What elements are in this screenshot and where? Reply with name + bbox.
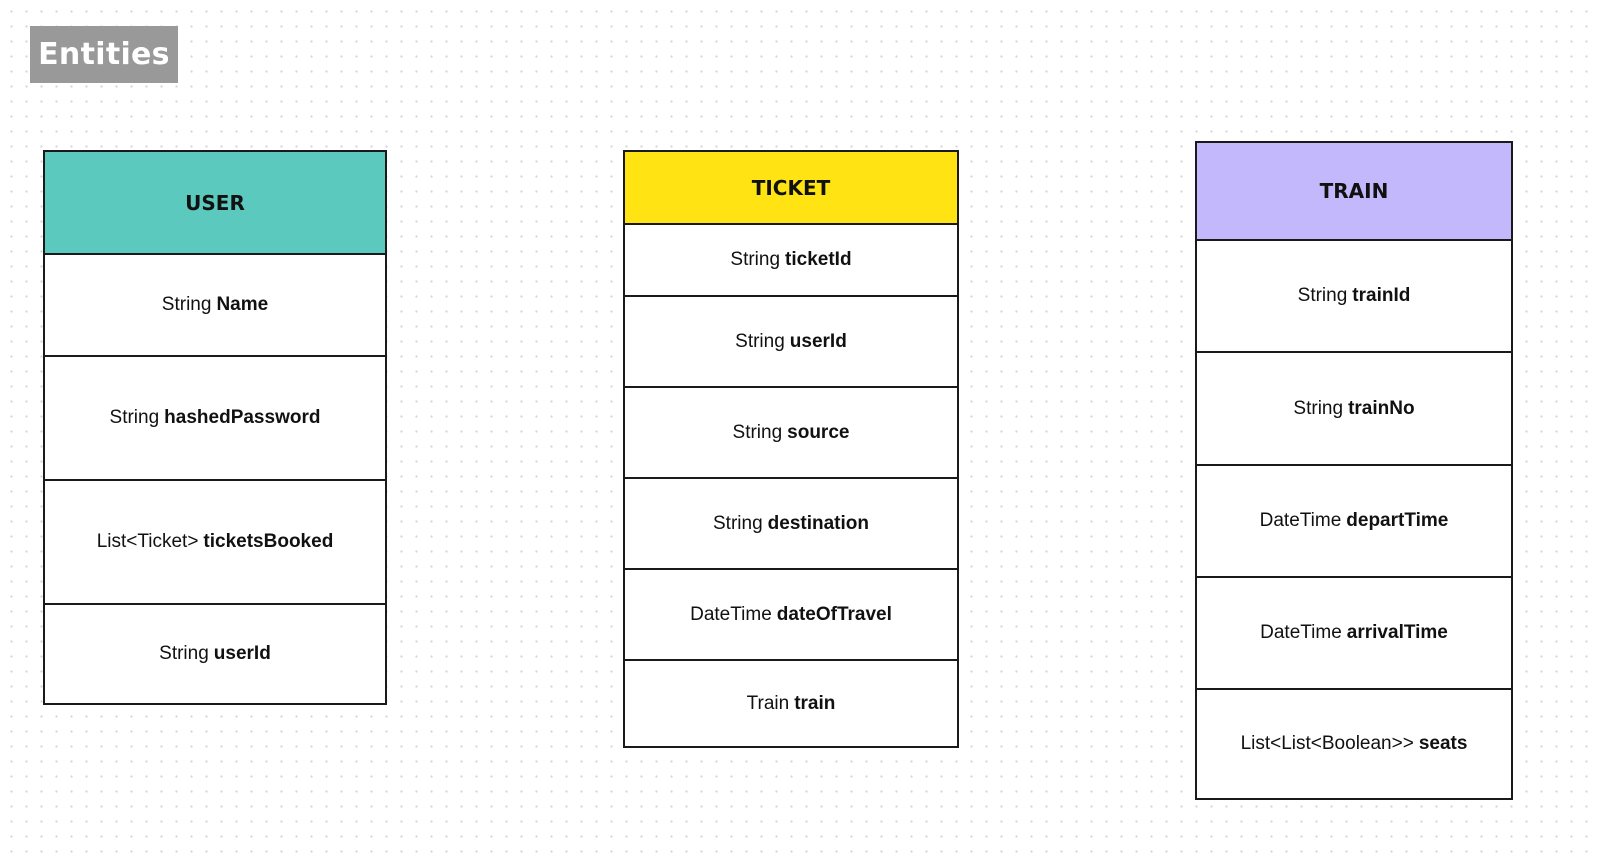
user-entity-table[interactable]: USER String Name String hashedPassword Lis…	[43, 150, 387, 705]
field-type: List<Ticket>	[96, 531, 199, 552]
field-name: destination	[767, 512, 869, 534]
field-type: String	[735, 330, 785, 352]
user-field-row[interactable]: List<Ticket> ticketsBooked	[45, 481, 385, 605]
field-type: List<List<Boolean>>	[1240, 733, 1414, 754]
ticket-field-row[interactable]: String source	[625, 388, 957, 479]
user-entity-header[interactable]: USER	[45, 152, 385, 255]
train-field-row[interactable]: List<List<Boolean>> seats	[1197, 690, 1511, 798]
field-name: dateOfTravel	[776, 603, 892, 625]
user-field-row[interactable]: String hashedPassword	[45, 357, 385, 481]
train-field-row[interactable]: DateTime arrivalTime	[1197, 578, 1511, 690]
field-type: String	[1293, 397, 1344, 419]
field-type: String	[161, 294, 212, 315]
field-type: DateTime	[690, 603, 772, 625]
field-name: seats	[1418, 733, 1468, 754]
train-field-row[interactable]: String trainId	[1197, 241, 1511, 353]
ticket-entity-table[interactable]: TICKET String ticketId String userId Strin…	[623, 150, 959, 748]
field-type: String	[109, 407, 160, 428]
ticket-entity-header[interactable]: TICKET	[625, 152, 957, 225]
user-field-row[interactable]: String Name	[45, 255, 385, 357]
field-name: ticketId	[785, 249, 852, 270]
field-type: DateTime	[1260, 622, 1342, 643]
train-entity-table[interactable]: TRAIN String trainId String trainNo DateTi…	[1195, 141, 1513, 800]
field-type: Train	[746, 692, 790, 714]
field-type: DateTime	[1259, 510, 1342, 531]
field-name: trainNo	[1348, 397, 1415, 419]
field-name: arrivalTime	[1346, 622, 1448, 643]
ticket-field-row[interactable]: Train train	[625, 661, 957, 746]
field-name: hashedPassword	[164, 407, 321, 428]
field-name: trainId	[1352, 285, 1411, 306]
field-type: String	[159, 643, 209, 664]
page-title-label[interactable]: Entities	[30, 26, 178, 83]
field-name: Name	[216, 294, 269, 315]
ticket-field-row[interactable]: String userId	[625, 297, 957, 388]
ticket-field-row[interactable]: String destination	[625, 479, 957, 570]
field-name: source	[787, 421, 850, 443]
train-entity-header[interactable]: TRAIN	[1197, 143, 1511, 241]
field-type: String	[732, 421, 783, 443]
field-name: userId	[213, 643, 271, 664]
field-name: ticketsBooked	[203, 531, 334, 552]
field-type: String	[713, 512, 763, 534]
ticket-field-row[interactable]: String ticketId	[625, 225, 957, 297]
field-name: userId	[789, 330, 847, 352]
train-field-row[interactable]: DateTime departTime	[1197, 466, 1511, 578]
field-name: train	[794, 692, 836, 714]
ticket-field-row[interactable]: DateTime dateOfTravel	[625, 570, 957, 661]
field-name: departTime	[1346, 510, 1449, 531]
field-type: String	[730, 249, 781, 270]
field-type: String	[1297, 285, 1348, 306]
train-field-row[interactable]: String trainNo	[1197, 353, 1511, 466]
user-field-row[interactable]: String userId	[45, 605, 385, 703]
